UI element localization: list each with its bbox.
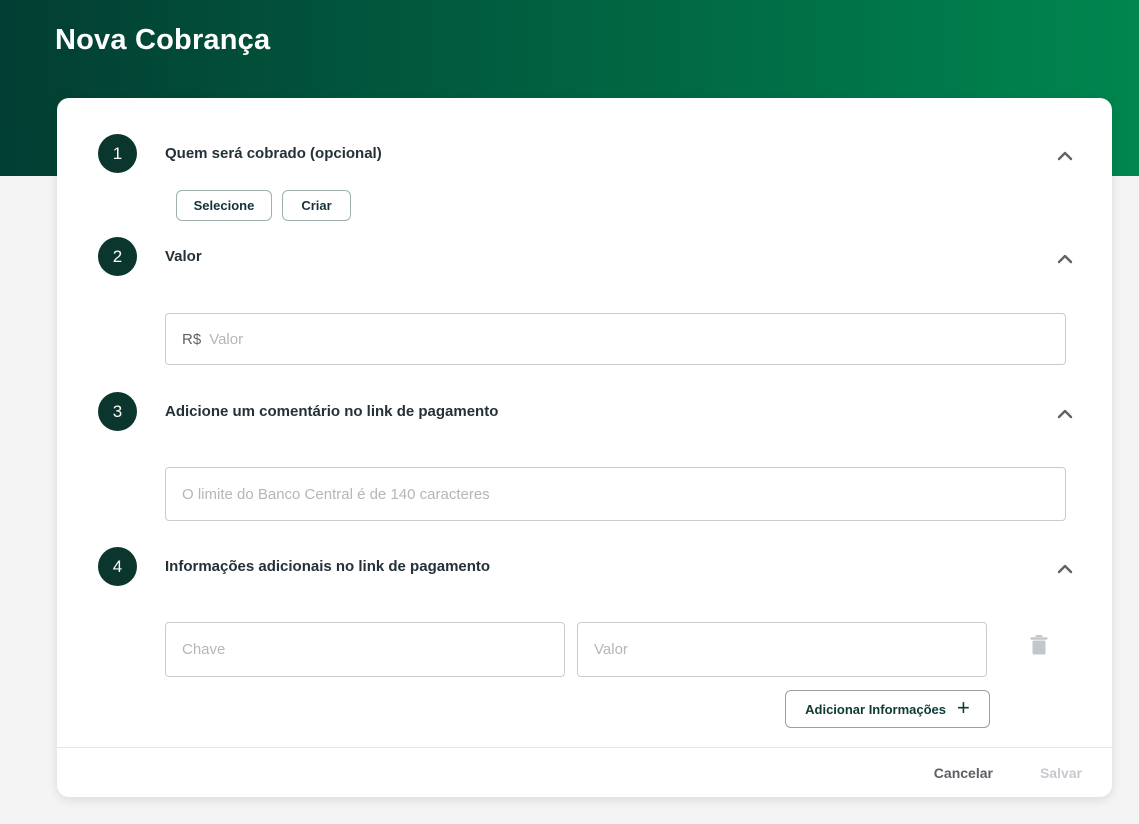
currency-prefix: R$ <box>182 331 201 348</box>
comment-input[interactable] <box>182 486 1049 503</box>
add-information-label: Adicionar Informações <box>805 702 946 717</box>
section-title-who: Quem será cobrado (opcional) <box>165 134 382 173</box>
new-charge-form-card: 1 Quem será cobrado (opcional) Selecione… <box>57 98 1112 797</box>
save-button[interactable]: Salvar <box>1040 765 1082 781</box>
step-indicator-1: 1 <box>98 134 137 173</box>
form-footer: Cancelar Salvar <box>57 748 1112 797</box>
create-customer-button[interactable]: Criar <box>282 190 351 221</box>
plus-icon: + <box>957 697 970 719</box>
key-field-wrapper <box>165 622 565 677</box>
chevron-up-icon[interactable] <box>1057 561 1073 571</box>
value-field-wrapper <box>577 622 987 677</box>
section-title-additional-info: Informações adicionais no link de pagame… <box>165 547 490 586</box>
section-title-comment: Adicione um comentário no link de pagame… <box>165 392 498 431</box>
select-customer-button[interactable]: Selecione <box>176 190 272 221</box>
step-indicator-2: 2 <box>98 237 137 276</box>
amount-input[interactable] <box>209 331 1049 348</box>
chevron-up-icon[interactable] <box>1057 406 1073 416</box>
key-input[interactable] <box>182 641 548 658</box>
cancel-button[interactable]: Cancelar <box>934 765 993 781</box>
value-input[interactable] <box>594 641 970 658</box>
comment-field-wrapper <box>165 467 1066 521</box>
page-title: Nova Cobrança <box>55 24 270 57</box>
chevron-up-icon[interactable] <box>1057 251 1073 261</box>
step-indicator-3: 3 <box>98 392 137 431</box>
section-title-amount: Valor <box>165 237 202 276</box>
step-indicator-4: 4 <box>98 547 137 586</box>
trash-icon <box>1030 635 1048 658</box>
add-information-button[interactable]: Adicionar Informações + <box>785 690 990 728</box>
amount-field-wrapper: R$ <box>165 313 1066 365</box>
chevron-up-icon[interactable] <box>1057 148 1073 158</box>
delete-row-button[interactable] <box>1026 633 1052 659</box>
